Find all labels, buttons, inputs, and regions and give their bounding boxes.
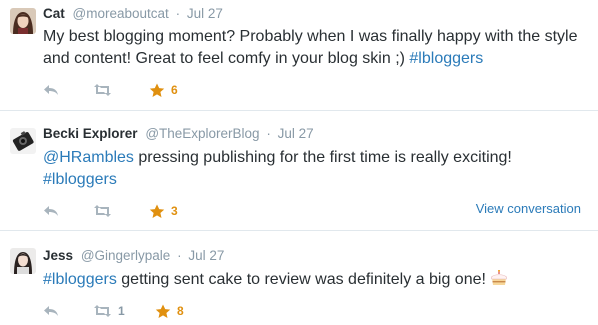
timestamp[interactable]: Jul 27 xyxy=(188,248,224,263)
tweet-header: Cat @moreaboutcat · Jul 27 xyxy=(43,6,223,21)
tweet-timeline: Cat @moreaboutcat · Jul 27 My best blogg… xyxy=(0,0,598,325)
favorite-button[interactable]: 8 xyxy=(155,301,184,321)
reply-icon xyxy=(44,206,58,216)
star-icon xyxy=(149,204,165,218)
favorite-count: 6 xyxy=(171,83,178,97)
reply-icon xyxy=(44,85,58,95)
tweet: Becki Explorer @TheExplorerBlog · Jul 27… xyxy=(0,111,598,231)
favorite-count: 8 xyxy=(177,304,184,318)
tweet-text-content: My best blogging moment? Probably when I… xyxy=(43,28,578,67)
retweet-icon xyxy=(94,305,111,317)
reply-button[interactable] xyxy=(43,201,59,221)
user-handle[interactable]: @TheExplorerBlog xyxy=(145,126,259,141)
reply-button[interactable] xyxy=(43,80,59,100)
star-icon xyxy=(155,304,171,318)
timestamp[interactable]: Jul 27 xyxy=(187,6,223,21)
retweet-button[interactable] xyxy=(93,80,112,100)
tweet-actions: 1 8 xyxy=(43,301,593,321)
timestamp[interactable]: Jul 27 xyxy=(278,126,314,141)
hashtag-link[interactable]: #lbloggers xyxy=(43,271,117,288)
mention-link[interactable]: @HRambles xyxy=(43,149,134,166)
tweet-text-content: pressing publishing for the first time i… xyxy=(133,149,512,166)
tweet-text: #lbloggers getting sent cake to review w… xyxy=(43,269,593,291)
view-conversation-link[interactable]: View conversation xyxy=(476,201,581,216)
retweet-button[interactable]: 1 xyxy=(93,301,125,321)
tweet-header: Becki Explorer @TheExplorerBlog · Jul 27 xyxy=(43,126,314,141)
user-handle[interactable]: @moreaboutcat xyxy=(73,6,169,21)
tweet-text-content: getting sent cake to review was definite… xyxy=(116,271,491,288)
retweet-count: 1 xyxy=(118,304,125,318)
tweet-actions: 6 xyxy=(43,80,593,100)
favorite-count: 3 xyxy=(171,204,178,218)
display-name[interactable]: Cat xyxy=(43,6,65,21)
retweet-button[interactable] xyxy=(93,201,112,221)
avatar[interactable] xyxy=(10,8,36,34)
hashtag-link[interactable]: #lbloggers xyxy=(409,50,483,67)
separator: · xyxy=(266,126,271,141)
separator: · xyxy=(175,6,181,21)
reply-button[interactable] xyxy=(43,301,59,321)
display-name[interactable]: Jess xyxy=(43,248,73,263)
tweet-header: Jess @Gingerlypale · Jul 27 xyxy=(43,248,224,263)
favorite-button[interactable]: 3 xyxy=(149,201,178,221)
retweet-icon xyxy=(94,205,111,217)
display-name[interactable]: Becki Explorer xyxy=(43,126,138,141)
hashtag-link[interactable]: #lbloggers xyxy=(43,171,117,188)
tweet: Jess @Gingerlypale · Jul 27 #lbloggers g… xyxy=(0,231,598,325)
retweet-icon xyxy=(94,84,111,96)
reply-icon xyxy=(44,306,58,316)
star-icon xyxy=(149,83,165,97)
user-handle[interactable]: @Gingerlypale xyxy=(81,248,171,263)
tweet-text: @HRambles pressing publishing for the fi… xyxy=(43,147,593,191)
tweet-actions: 3 View conversation xyxy=(43,201,593,221)
tweet-text: My best blogging moment? Probably when I… xyxy=(43,26,593,70)
avatar[interactable] xyxy=(10,128,36,154)
tweet: Cat @moreaboutcat · Jul 27 My best blogg… xyxy=(0,0,598,111)
cake-icon xyxy=(491,269,508,285)
separator: · xyxy=(177,248,182,263)
avatar[interactable] xyxy=(10,248,36,274)
favorite-button[interactable]: 6 xyxy=(149,80,178,100)
